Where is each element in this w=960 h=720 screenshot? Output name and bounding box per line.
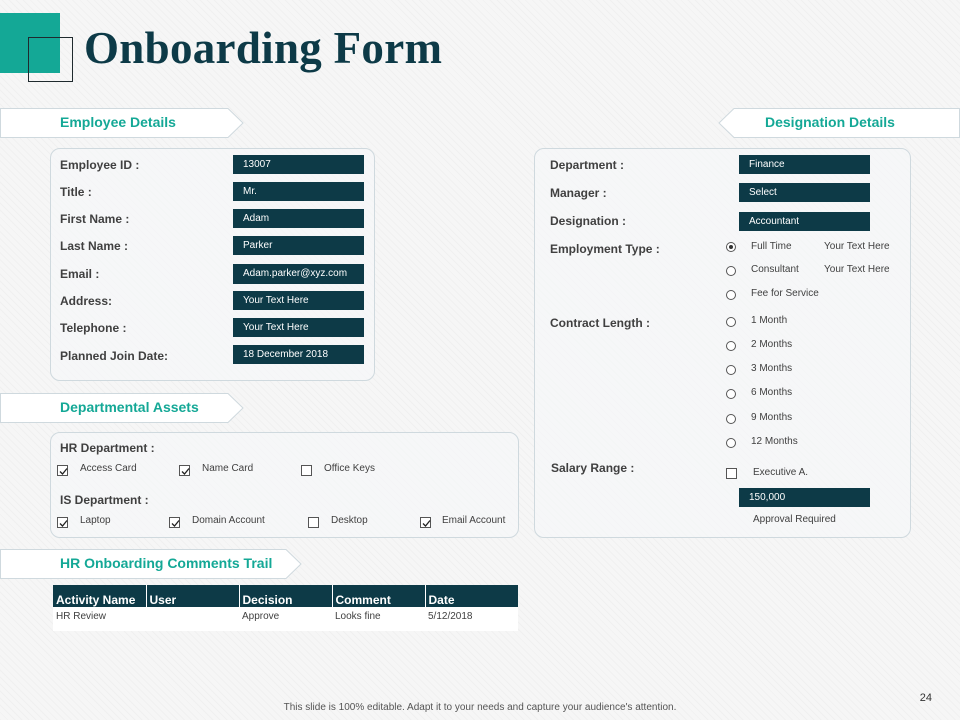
contract-12-months-radio[interactable] [726,438,736,448]
departmental-assets-title: Departmental Assets [60,399,199,415]
designation-field[interactable]: Accountant [739,212,870,231]
manager-select[interactable]: Select [739,183,870,202]
title-outline-square [28,37,73,82]
comments-trail-header: HR Onboarding Comments Trail [0,549,302,579]
first-name-label: First Name : [60,212,130,226]
access-card-checkbox[interactable] [57,465,68,476]
desktop-checkbox[interactable] [308,517,319,528]
department-label: Department : [550,158,625,172]
join-date-field[interactable]: 18 December 2018 [233,345,364,364]
contract-2-months-label: 2 Months [751,339,793,350]
employee-id-field[interactable]: 13007 [233,155,364,174]
department-field[interactable]: Finance [739,155,870,174]
comments-trail-title: HR Onboarding Comments Trail [60,555,273,571]
last-name-label: Last Name : [60,239,129,253]
address-field[interactable]: Your Text Here [233,291,364,310]
hr-department-label: HR Department : [60,441,155,455]
employee-details-header: Employee Details [0,108,244,138]
approval-required-note: Approval Required [753,514,836,525]
contract-2-months-radio[interactable] [726,341,736,351]
designation-details-header: Designation Details [718,108,960,138]
check-icon [422,520,431,527]
departmental-assets-header: Departmental Assets [0,393,244,423]
contract-12-months-label: 12 Months [751,436,798,447]
table-cell-date: 5/12/2018 [425,607,518,631]
employee-details-title: Employee Details [60,114,176,130]
title-label: Title : [60,185,92,199]
table-row: HR Review Approve Looks fine 5/12/2018 [53,607,518,631]
desktop-label: Desktop [331,515,368,526]
footer-note: This slide is 100% editable. Adapt it to… [283,702,677,713]
contract-6-months-radio[interactable] [726,389,736,399]
page-number: 24 [919,692,932,704]
fee-for-service-radio[interactable] [726,290,736,300]
address-label: Address: [60,294,113,308]
check-icon [59,468,68,475]
salary-range-label: Salary Range : [551,461,635,475]
comments-table: Activity Name User Decision Comment Date… [53,585,518,631]
name-card-checkbox[interactable] [179,465,190,476]
designation-label: Designation : [550,214,627,228]
contract-3-months-radio[interactable] [726,365,736,375]
consultant-label: Consultant [751,264,799,275]
contract-9-months-label: 9 Months [751,412,793,423]
laptop-checkbox[interactable] [57,517,68,528]
table-cell-comment: Looks fine [332,607,425,631]
full-time-note: Your Text Here [824,241,890,252]
employee-id-label: Employee ID : [60,158,140,172]
contract-length-label: Contract Length : [550,316,650,330]
table-cell-user [146,607,239,631]
contract-6-months-label: 6 Months [751,387,793,398]
column-header-decision: Decision [239,585,333,607]
table-header-row: Activity Name User Decision Comment Date [53,585,518,607]
contract-1-month-radio[interactable] [726,317,736,327]
telephone-label: Telephone : [60,321,127,335]
designation-details-panel [534,148,911,538]
email-account-label: Email Account [442,515,506,526]
email-field[interactable]: Adam.parker@xyz.com [233,264,364,284]
access-card-label: Access Card [80,463,137,474]
column-header-comment: Comment [332,585,426,607]
check-icon [171,520,180,527]
employment-type-label: Employment Type : [550,242,660,256]
office-keys-checkbox[interactable] [301,465,312,476]
laptop-label: Laptop [80,515,111,526]
first-name-field[interactable]: Adam [233,209,364,228]
email-label: Email : [60,267,100,281]
column-header-date: Date [425,585,518,607]
consultant-radio[interactable] [726,266,736,276]
last-name-field[interactable]: Parker [233,236,364,255]
table-cell-activity-name: HR Review [53,607,146,631]
executive-a-checkbox[interactable] [726,468,737,479]
office-keys-label: Office Keys [324,463,375,474]
consultant-note: Your Text Here [824,264,890,275]
contract-3-months-label: 3 Months [751,363,793,374]
title-field[interactable]: Mr. [233,182,364,201]
check-icon [181,468,190,475]
manager-label: Manager : [550,186,607,200]
contract-9-months-radio[interactable] [726,414,736,424]
fee-for-service-label: Fee for Service [751,288,819,299]
check-icon [59,520,68,527]
is-department-label: IS Department : [60,493,149,507]
page-title: Onboarding Form [84,23,443,73]
name-card-label: Name Card [202,463,254,474]
column-header-user: User [146,585,240,607]
column-header-activity-name: Activity Name [53,585,147,607]
contract-1-month-label: 1 Month [751,315,788,326]
telephone-field[interactable]: Your Text Here [233,318,364,337]
join-date-label: Planned Join Date: [60,349,169,363]
table-cell-decision: Approve [239,607,332,631]
email-account-checkbox[interactable] [420,517,431,528]
domain-account-checkbox[interactable] [169,517,180,528]
full-time-radio[interactable] [726,242,736,252]
full-time-label: Full Time [751,241,792,252]
salary-field[interactable]: 150,000 [739,488,870,507]
domain-account-label: Domain Account [192,515,265,526]
executive-a-label: Executive A. [753,467,809,478]
designation-details-title: Designation Details [765,114,895,130]
